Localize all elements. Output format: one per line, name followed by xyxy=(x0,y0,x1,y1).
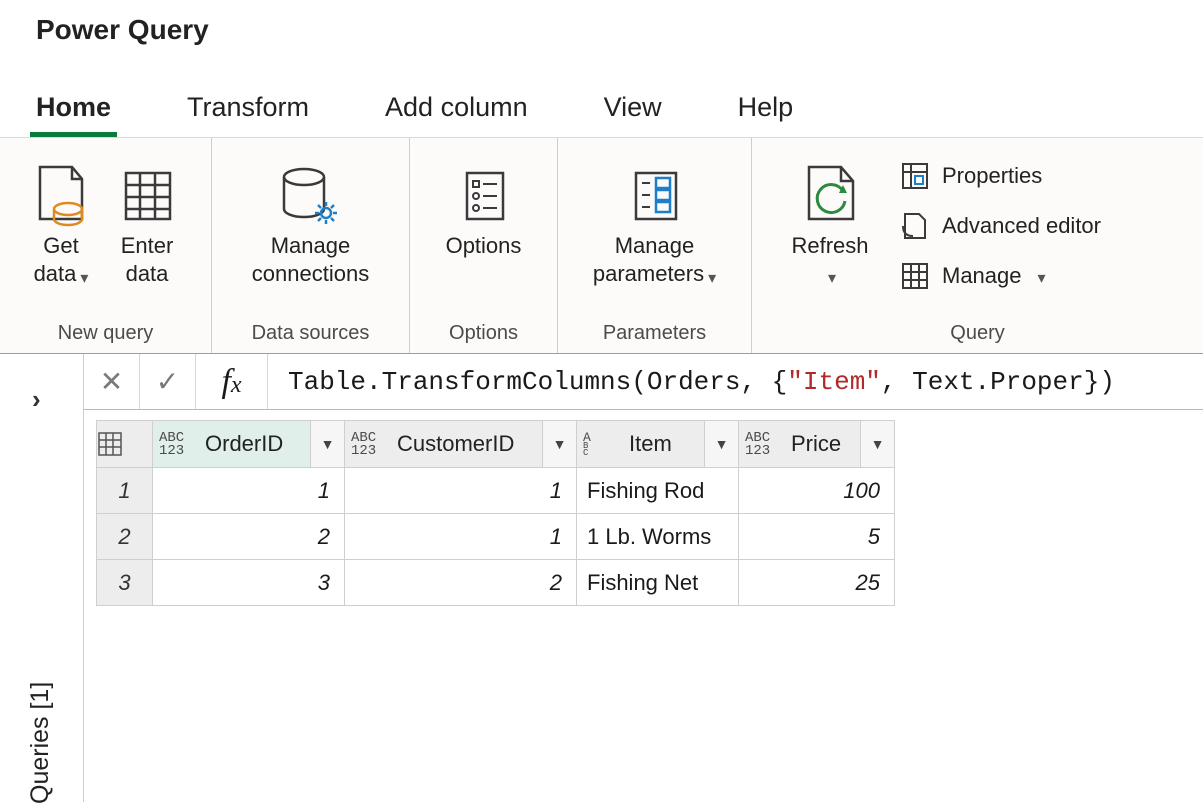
column-filter-button[interactable]: ▼ xyxy=(704,421,738,467)
table-row[interactable]: 2 2 1 1 Lb. Worms 5 xyxy=(97,514,895,560)
column-name: Price xyxy=(783,431,860,457)
group-label-parameters: Parameters xyxy=(558,316,751,353)
properties-button[interactable]: Properties xyxy=(900,158,1101,194)
data-grid: ABC123 OrderID ▼ ABC123 CustomerID ▼ xyxy=(96,420,895,606)
manage-connections-label-1: Manage xyxy=(271,233,351,258)
manage-connections-label-2: connections xyxy=(252,260,369,288)
advanced-editor-icon xyxy=(900,212,930,240)
column-type-icon: ABC123 xyxy=(153,431,197,457)
formula-input[interactable]: Table.TransformColumns(Orders, {"Item", … xyxy=(268,354,1203,409)
cell-customerid[interactable]: 1 xyxy=(345,468,577,514)
column-type-icon: ABC xyxy=(577,431,621,458)
manage-parameters-label-1: Manage xyxy=(615,233,695,258)
chevron-down-icon: ▾ xyxy=(828,270,836,287)
group-label-options: Options xyxy=(410,316,557,353)
options-label: Options xyxy=(446,233,522,258)
column-name: OrderID xyxy=(197,431,310,457)
column-filter-button[interactable]: ▼ xyxy=(542,421,576,467)
refresh-icon xyxy=(799,162,861,232)
formula-bar: ✕ ✓ fx Table.TransformColumns(Orders, {"… xyxy=(84,354,1203,410)
queries-panel-label: Queries [1] xyxy=(26,682,55,804)
tab-strip: Home Transform Add column View Help xyxy=(0,70,1203,138)
get-data-icon xyxy=(34,162,88,232)
commit-formula-button[interactable]: ✓ xyxy=(140,354,196,409)
column-header-item[interactable]: ABC Item ▼ xyxy=(577,421,739,468)
expand-queries-button[interactable]: › xyxy=(32,384,41,415)
group-label-query: Query xyxy=(752,316,1203,353)
get-data-label-1: Get xyxy=(43,233,78,258)
table-row[interactable]: 3 3 2 Fishing Net 25 xyxy=(97,560,895,606)
tab-transform[interactable]: Transform xyxy=(181,92,315,137)
manage-connections-button[interactable]: Manage connections xyxy=(230,156,391,287)
column-filter-button[interactable]: ▼ xyxy=(310,421,344,467)
refresh-button[interactable]: Refresh ▾ xyxy=(770,156,890,287)
chevron-down-icon: ▾ xyxy=(1038,268,1046,288)
enter-data-icon xyxy=(120,162,174,232)
advanced-editor-label: Advanced editor xyxy=(942,213,1101,239)
cancel-formula-button[interactable]: ✕ xyxy=(84,354,140,409)
column-type-icon: ABC123 xyxy=(739,431,783,457)
enter-data-label-2: data xyxy=(121,260,174,288)
formula-suffix: , Text.Proper}) xyxy=(881,367,1115,397)
column-header-customerid[interactable]: ABC123 CustomerID ▼ xyxy=(345,421,577,468)
manage-parameters-button[interactable]: Manage parameters▾ xyxy=(576,156,733,287)
refresh-label: Refresh xyxy=(791,233,868,258)
manage-query-button[interactable]: Manage ▾ xyxy=(900,258,1101,294)
chevron-down-icon: ▾ xyxy=(708,270,716,287)
cell-customerid[interactable]: 1 xyxy=(345,514,577,560)
column-header-price[interactable]: ABC123 Price ▼ xyxy=(739,421,895,468)
row-number: 3 xyxy=(97,560,153,606)
cell-price[interactable]: 5 xyxy=(739,514,895,560)
cell-price[interactable]: 25 xyxy=(739,560,895,606)
options-button[interactable]: Options xyxy=(428,156,539,287)
cell-customerid[interactable]: 2 xyxy=(345,560,577,606)
manage-grid-icon xyxy=(900,262,930,290)
table-row[interactable]: 1 1 1 Fishing Rod 100 xyxy=(97,468,895,514)
options-icon xyxy=(457,162,511,232)
tab-home[interactable]: Home xyxy=(30,92,117,137)
ribbon: Get data▾ Enter data xyxy=(0,138,1203,354)
tab-add-column[interactable]: Add column xyxy=(379,92,534,137)
fx-button[interactable]: fx xyxy=(196,354,268,409)
column-filter-button[interactable]: ▼ xyxy=(860,421,894,467)
cell-orderid[interactable]: 3 xyxy=(153,560,345,606)
queries-side-panel: › Queries [1] xyxy=(0,354,84,802)
enter-data-button[interactable]: Enter data xyxy=(104,156,190,287)
formula-string: "Item" xyxy=(787,367,881,397)
group-label-data-sources: Data sources xyxy=(212,316,409,353)
advanced-editor-button[interactable]: Advanced editor xyxy=(900,208,1101,244)
tab-help[interactable]: Help xyxy=(732,92,800,137)
cell-orderid[interactable]: 2 xyxy=(153,514,345,560)
chevron-down-icon: ▾ xyxy=(80,270,88,287)
tab-view[interactable]: View xyxy=(598,92,668,137)
get-data-button[interactable]: Get data▾ xyxy=(18,156,104,287)
cell-orderid[interactable]: 1 xyxy=(153,468,345,514)
parameters-icon xyxy=(628,162,682,232)
formula-prefix: Table.TransformColumns(Orders, { xyxy=(288,367,787,397)
properties-icon xyxy=(900,162,930,190)
app-title: Power Query xyxy=(0,0,1203,70)
cell-price[interactable]: 100 xyxy=(739,468,895,514)
cell-item[interactable]: 1 Lb. Worms xyxy=(577,514,739,560)
row-number: 1 xyxy=(97,468,153,514)
get-data-label-2: data xyxy=(34,261,77,286)
row-number: 2 xyxy=(97,514,153,560)
manage-parameters-label-2: parameters xyxy=(593,261,704,286)
grid-corner-button[interactable] xyxy=(97,421,153,468)
cell-item[interactable]: Fishing Rod xyxy=(577,468,739,514)
database-gear-icon xyxy=(278,162,344,232)
group-label-new-query: New query xyxy=(0,316,211,353)
column-name: CustomerID xyxy=(389,431,542,457)
column-type-icon: ABC123 xyxy=(345,431,389,457)
column-header-orderid[interactable]: ABC123 OrderID ▼ xyxy=(153,421,345,468)
cell-item[interactable]: Fishing Net xyxy=(577,560,739,606)
manage-query-label: Manage xyxy=(942,263,1022,289)
properties-label: Properties xyxy=(942,163,1042,189)
enter-data-label-1: Enter xyxy=(121,233,174,258)
column-name: Item xyxy=(621,431,704,457)
